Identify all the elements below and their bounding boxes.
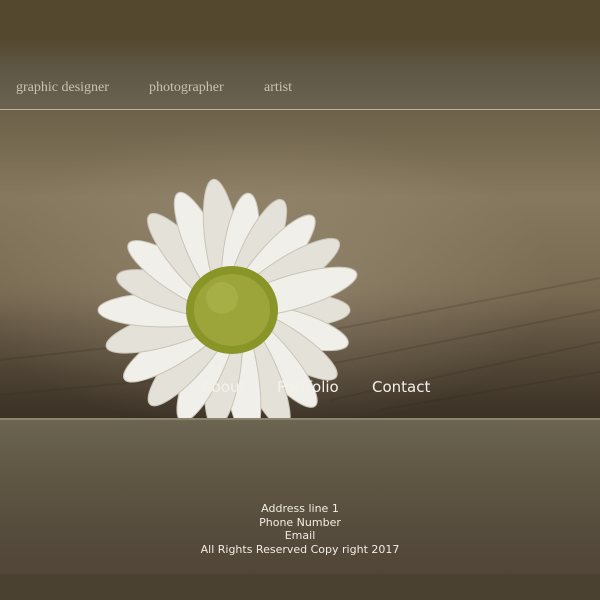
footer-email: Email — [284, 529, 316, 542]
hero-banner: About Portfolio Contact — [0, 110, 600, 418]
nav-link-portfolio[interactable]: Portfolio — [277, 378, 339, 396]
daisy-center-glint — [206, 282, 238, 314]
contact-info: Address line 1 Phone Number Email All Ri… — [0, 502, 600, 556]
nav-link-contact[interactable]: Contact — [372, 378, 430, 396]
tagline-graphic-designer: graphic designer — [16, 80, 109, 95]
page: graphic designer photographer artist Abo… — [0, 0, 600, 600]
nav-link-about[interactable]: About — [201, 378, 245, 396]
daisy-image — [0, 178, 600, 418]
tagline-photographer: photographer — [149, 80, 224, 95]
tagline-artist: artist — [264, 80, 292, 95]
main-nav: About Portfolio Contact — [0, 378, 600, 402]
footer-address: Address line 1 — [261, 502, 339, 515]
footer-phone: Phone Number — [259, 515, 341, 529]
footer-copyright: All Rights Reserved Copy right 2017 — [200, 542, 400, 556]
header: graphic designer photographer artist — [0, 0, 600, 110]
footer-bottom-band — [0, 574, 600, 600]
footer: Address line 1 Phone Number Email All Ri… — [0, 420, 600, 600]
tagline: graphic designer photographer artist — [0, 80, 600, 102]
